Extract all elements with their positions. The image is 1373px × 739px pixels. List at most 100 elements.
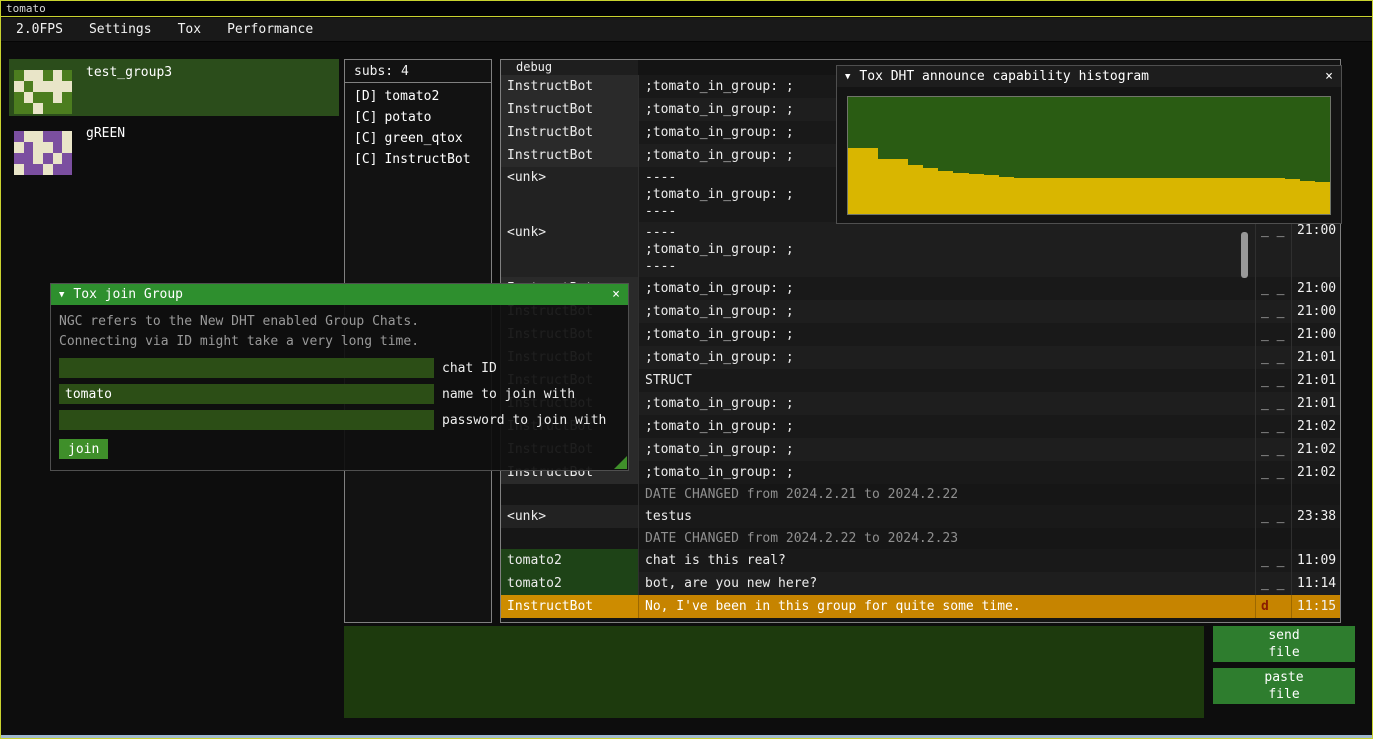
chat-message-row[interactable]: <unk> testus _ _ 23:38 bbox=[501, 505, 1340, 528]
message-time: 21:02 bbox=[1292, 415, 1340, 438]
chat-message-row[interactable]: DATE CHANGED from 2024.2.22 to 2024.2.23 bbox=[501, 528, 1340, 549]
histogram-bar bbox=[984, 175, 999, 214]
join-name-row: name to join with bbox=[59, 384, 620, 404]
join-button[interactable]: join bbox=[59, 439, 108, 459]
member-list-item[interactable]: [C] green_qtox bbox=[345, 128, 491, 149]
close-icon[interactable]: × bbox=[1325, 69, 1333, 84]
message-flags: _ _ bbox=[1256, 549, 1292, 572]
paste-file-button[interactable]: paste file bbox=[1213, 668, 1355, 704]
chat-scrollbar-thumb[interactable] bbox=[1241, 232, 1248, 278]
window-title: tomato bbox=[6, 2, 46, 15]
message-flags: _ _ bbox=[1256, 415, 1292, 438]
message-text: DATE CHANGED from 2024.2.21 to 2024.2.22 bbox=[639, 484, 1256, 505]
member-list-item[interactable]: [C]InstructBot bbox=[345, 149, 491, 170]
histogram-bar bbox=[1149, 178, 1164, 214]
chat-message-row[interactable]: InstructBot No, I've been in this group … bbox=[501, 595, 1340, 618]
group-name: gREEN bbox=[86, 126, 125, 141]
join-window-title: Tox join Group bbox=[73, 287, 183, 302]
group-list-item[interactable]: test_group3 bbox=[9, 59, 339, 116]
chat-message-row[interactable]: DATE CHANGED from 2024.2.21 to 2024.2.22 bbox=[501, 484, 1340, 505]
message-text: bot, are you new here? bbox=[639, 572, 1256, 595]
message-flags: _ _ bbox=[1256, 346, 1292, 369]
dht-histogram-window: ▼ Tox DHT announce capability histogram … bbox=[836, 65, 1342, 224]
menu-item-performance[interactable]: Performance bbox=[214, 18, 326, 41]
histogram-bar bbox=[923, 168, 938, 214]
menu-item-settings[interactable]: Settings bbox=[76, 18, 165, 41]
chat-message-row[interactable]: <unk> ---- ;tomato_in_group: ; ---- _ _ … bbox=[501, 222, 1340, 277]
resize-grip-icon[interactable] bbox=[614, 456, 627, 469]
member-name: green_qtox bbox=[384, 131, 462, 146]
close-icon[interactable]: × bbox=[612, 287, 620, 302]
chat-id-input[interactable] bbox=[59, 358, 434, 378]
chat-id-label: chat ID bbox=[442, 361, 497, 376]
message-text: chat is this real? bbox=[639, 549, 1256, 572]
message-flags: d bbox=[1256, 595, 1292, 618]
group-name: test_group3 bbox=[86, 65, 172, 80]
message-flags: _ _ bbox=[1256, 572, 1292, 595]
message-time: 21:00 bbox=[1292, 277, 1340, 300]
member-list-item[interactable]: [D]tomato2 bbox=[345, 86, 491, 107]
message-text: ;tomato_in_group: ; bbox=[639, 346, 1256, 369]
collapse-arrow-icon[interactable]: ▼ bbox=[59, 290, 64, 300]
member-list-item[interactable]: [C]potato bbox=[345, 107, 491, 128]
message-text: ;tomato_in_group: ; bbox=[639, 438, 1256, 461]
message-time: 11:09 bbox=[1292, 549, 1340, 572]
message-sender: InstructBot bbox=[501, 595, 639, 618]
message-text: No, I've been in this group for quite so… bbox=[639, 595, 1256, 618]
join-window-titlebar[interactable]: ▼ Tox join Group × bbox=[51, 284, 628, 305]
histogram-bar bbox=[1059, 178, 1074, 214]
menu-item-2-0fps[interactable]: 2.0FPS bbox=[3, 18, 76, 41]
histogram-bar bbox=[1119, 178, 1134, 214]
chat-message-row[interactable]: tomato2 bot, are you new here? _ _ 11:14 bbox=[501, 572, 1340, 595]
histogram-bar bbox=[1179, 178, 1194, 214]
histogram-bar bbox=[893, 159, 908, 214]
message-text: ;tomato_in_group: ; bbox=[639, 277, 1256, 300]
message-sender: tomato2 bbox=[501, 572, 639, 595]
message-sender: <unk> bbox=[501, 505, 639, 528]
histogram-bar bbox=[1270, 178, 1285, 214]
member-status-tag: [C] bbox=[354, 152, 377, 167]
message-time: 23:38 bbox=[1292, 505, 1340, 528]
message-flags: _ _ bbox=[1256, 461, 1292, 484]
message-time: 11:14 bbox=[1292, 572, 1340, 595]
group-list: test_group3 gREEN bbox=[9, 59, 339, 181]
histogram-plot bbox=[847, 96, 1331, 215]
member-status-tag: [C] bbox=[354, 110, 377, 125]
message-flags: _ _ bbox=[1256, 505, 1292, 528]
histogram-bar bbox=[1240, 178, 1255, 214]
join-name-input[interactable] bbox=[59, 384, 434, 404]
tab-debug-label: debug bbox=[516, 60, 552, 74]
message-sender: <unk> bbox=[501, 222, 639, 277]
message-flags bbox=[1256, 484, 1292, 505]
message-time: 11:15 bbox=[1292, 595, 1340, 618]
join-group-window: ▼ Tox join Group × NGC refers to the New… bbox=[50, 283, 629, 471]
message-text: ;tomato_in_group: ; bbox=[639, 300, 1256, 323]
send-file-button[interactable]: send file bbox=[1213, 626, 1355, 662]
message-time: 21:00 bbox=[1292, 323, 1340, 346]
message-time: 21:00 bbox=[1292, 300, 1340, 323]
histogram-window-titlebar[interactable]: ▼ Tox DHT announce capability histogram … bbox=[837, 66, 1341, 87]
chat-message-row[interactable]: tomato2 chat is this real? _ _ 11:09 bbox=[501, 549, 1340, 572]
join-info-line: Connecting via ID might take a very long… bbox=[59, 332, 620, 352]
tab-debug[interactable]: debug bbox=[501, 60, 638, 75]
group-list-item[interactable]: gREEN bbox=[9, 120, 339, 177]
member-status-tag: [C] bbox=[354, 131, 377, 146]
members-list: [D]tomato2 [C]potato [C] green_qtox [C]In… bbox=[345, 83, 491, 170]
message-sender: InstructBot bbox=[501, 75, 639, 98]
join-window-body: NGC refers to the New DHT enabled Group … bbox=[51, 305, 628, 466]
histogram-window-title: Tox DHT announce capability histogram bbox=[859, 69, 1149, 84]
window-bottom-border bbox=[1, 735, 1372, 738]
collapse-arrow-icon[interactable]: ▼ bbox=[845, 72, 850, 82]
message-input[interactable] bbox=[344, 626, 1204, 718]
message-flags: _ _ bbox=[1256, 323, 1292, 346]
join-name-label: name to join with bbox=[442, 387, 575, 402]
menu-item-tox[interactable]: Tox bbox=[165, 18, 214, 41]
message-sender bbox=[501, 484, 639, 505]
message-flags: _ _ bbox=[1256, 438, 1292, 461]
app-window: tomato 2.0FPSSettingsToxPerformance test… bbox=[0, 0, 1373, 739]
join-password-row: password to join with bbox=[59, 410, 620, 430]
join-password-input[interactable] bbox=[59, 410, 434, 430]
message-flags: _ _ bbox=[1256, 277, 1292, 300]
message-text: STRUCT bbox=[639, 369, 1256, 392]
histogram-bar bbox=[1164, 178, 1179, 214]
